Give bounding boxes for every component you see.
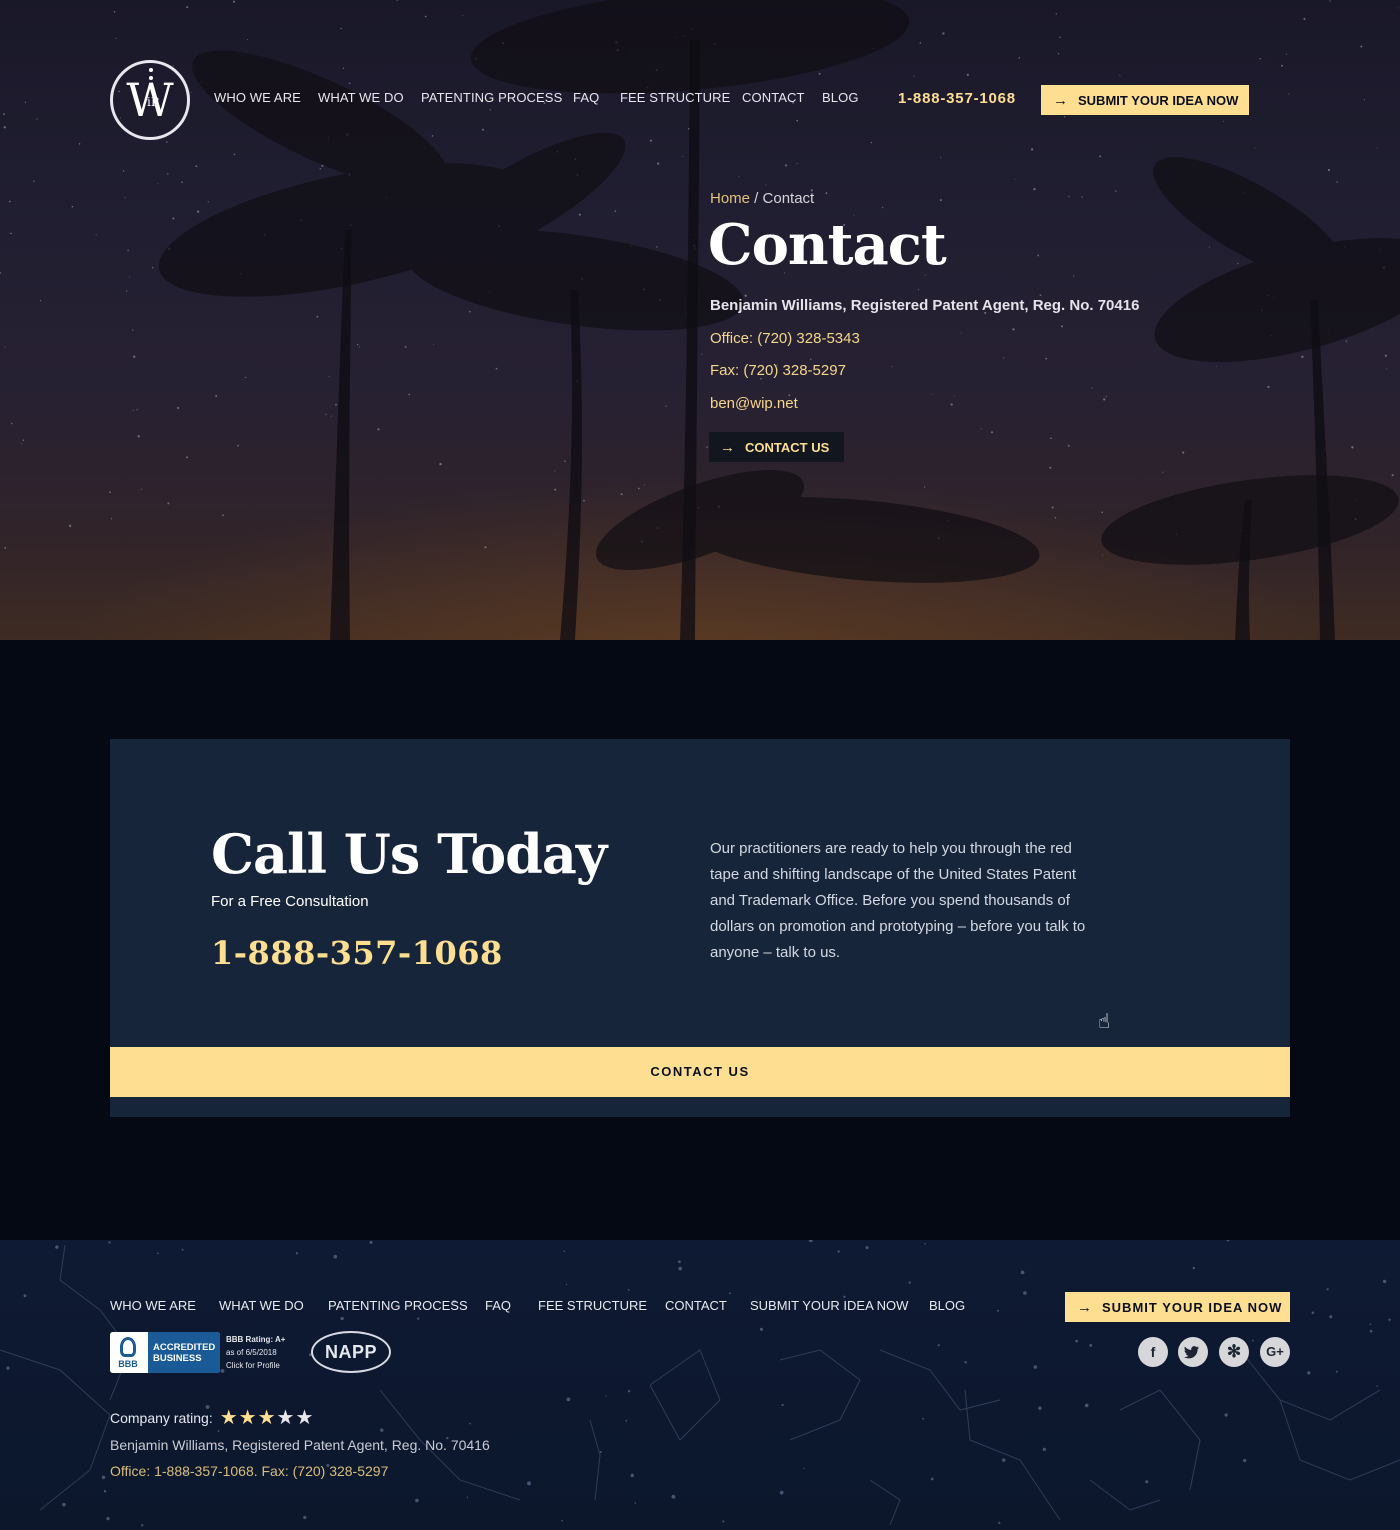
- twitter-icon[interactable]: [1178, 1337, 1208, 1367]
- hero-contact-button[interactable]: → CONTACT US: [709, 432, 844, 462]
- bbb-profile-link: Click for Profile: [226, 1361, 280, 1370]
- napp-badge[interactable]: NAPP: [311, 1331, 391, 1373]
- bbb-rating-info[interactable]: BBB Rating: A+ as of 6/5/2018 Click for …: [226, 1333, 285, 1372]
- hero-contact-label: CONTACT US: [745, 439, 830, 455]
- breadcrumb: Home / Contact: [710, 190, 814, 207]
- star-filled-icon: ★: [238, 1407, 258, 1429]
- star-empty-icon: ★: [295, 1407, 315, 1429]
- logo-subtext: iP: [147, 95, 159, 109]
- footer-nav-contact[interactable]: CONTACT: [665, 1298, 727, 1313]
- arrow-right-icon: →: [1077, 1298, 1093, 1316]
- rating-stars: ★★★★★: [220, 1408, 315, 1428]
- nav-item-who-we-are[interactable]: WHO WE ARE: [214, 90, 301, 105]
- email-link[interactable]: ben@wip.net: [710, 395, 798, 412]
- company-rating: Company rating: ★★★★★: [110, 1408, 314, 1428]
- breadcrumb-home-link[interactable]: Home: [710, 190, 750, 207]
- star-filled-icon: ★: [219, 1407, 239, 1429]
- nav-item-blog[interactable]: BLOG: [822, 90, 859, 105]
- call-title: Call Us Today: [211, 822, 607, 886]
- nav-item-what-we-do[interactable]: WHAT WE DO: [318, 90, 404, 105]
- page-title: Contact: [708, 212, 947, 278]
- submit-idea-label: SUBMIT YOUR IDEA NOW: [1078, 92, 1239, 108]
- call-description: Our practitioners are ready to help you …: [710, 840, 1086, 961]
- footer-nav-patenting-process[interactable]: PATENTING PROCESS: [328, 1298, 468, 1313]
- twitter-bird-glyph: [1184, 1346, 1199, 1359]
- fax-number[interactable]: Fax: (720) 328-5297: [710, 362, 846, 379]
- footer-nav-who-we-are[interactable]: WHO WE ARE: [110, 1298, 196, 1313]
- nav-item-patenting-process[interactable]: PATENTING PROCESS: [421, 90, 562, 105]
- bbb-rating: BBB Rating: A+: [226, 1335, 286, 1344]
- site-logo[interactable]: W iP: [110, 60, 190, 140]
- bbb-rating-date: as of 6/5/2018: [226, 1348, 277, 1357]
- submit-idea-button[interactable]: → SUBMIT YOUR IDEA NOW: [1041, 85, 1249, 115]
- call-section: Call Us Today For a Free Consultation 1-…: [0, 640, 1400, 1240]
- bbb-accredited-label: ACCREDITED BUSINESS: [148, 1332, 220, 1373]
- site-footer: WHO WE ARE WHAT WE DO PATENTING PROCESS …: [0, 1240, 1400, 1530]
- facebook-icon[interactable]: f: [1138, 1337, 1168, 1367]
- rating-label: Company rating:: [110, 1410, 213, 1426]
- footer-submit-idea-button[interactable]: → SUBMIT YOUR IDEA NOW: [1065, 1292, 1290, 1322]
- breadcrumb-separator: /: [750, 190, 763, 207]
- call-phone-link[interactable]: 1-888-357-1068: [211, 934, 503, 972]
- call-contact-button[interactable]: CONTACT US: [110, 1047, 1290, 1097]
- footer-agent-name: Benjamin Williams, Registered Patent Age…: [110, 1437, 490, 1453]
- star-filled-icon: ★: [257, 1407, 277, 1429]
- logo-dot: [149, 68, 153, 72]
- footer-nav-what-we-do[interactable]: WHAT WE DO: [219, 1298, 304, 1313]
- arrow-right-icon: →: [720, 438, 735, 456]
- footer-submit-idea-label: SUBMIT YOUR IDEA NOW: [1102, 1299, 1283, 1315]
- footer-nav-fee-structure[interactable]: FEE STRUCTURE: [538, 1298, 647, 1313]
- bbb-badge[interactable]: BBB ACCREDITED BUSINESS: [110, 1332, 220, 1373]
- breadcrumb-current: Contact: [762, 190, 815, 207]
- hand-cursor-icon: ☝: [1098, 1009, 1111, 1033]
- google-plus-icon[interactable]: G+: [1260, 1337, 1290, 1367]
- nav-item-faq[interactable]: FAQ: [573, 90, 599, 105]
- footer-nav-submit-idea[interactable]: SUBMIT YOUR IDEA NOW: [750, 1298, 908, 1313]
- call-subtitle: For a Free Consultation: [211, 893, 369, 910]
- office-phone-link[interactable]: Office: (720) 328-5343: [710, 330, 860, 347]
- header-phone-link[interactable]: 1-888-357-1068: [898, 90, 1016, 107]
- bbb-torch-icon: BBB: [110, 1332, 146, 1373]
- constellation-background: [0, 1240, 1400, 1527]
- nav-item-fee-structure[interactable]: FEE STRUCTURE: [620, 90, 730, 105]
- call-card: Call Us Today For a Free Consultation 1-…: [110, 739, 1290, 1117]
- footer-nav-blog[interactable]: BLOG: [929, 1298, 965, 1313]
- yelp-icon[interactable]: ✻: [1219, 1337, 1249, 1367]
- arrow-right-icon: →: [1053, 91, 1068, 109]
- agent-name: Benjamin Williams, Registered Patent Age…: [710, 297, 1140, 314]
- footer-nav-faq[interactable]: FAQ: [485, 1298, 511, 1313]
- nav-item-contact[interactable]: CONTACT: [742, 90, 805, 105]
- hero-section: W iP WHO WE ARE WHAT WE DO PATENTING PRO…: [0, 0, 1400, 640]
- footer-office-contact: Office: 1-888-357-1068. Fax: (720) 328-5…: [110, 1463, 389, 1479]
- star-empty-icon: ★: [276, 1407, 296, 1429]
